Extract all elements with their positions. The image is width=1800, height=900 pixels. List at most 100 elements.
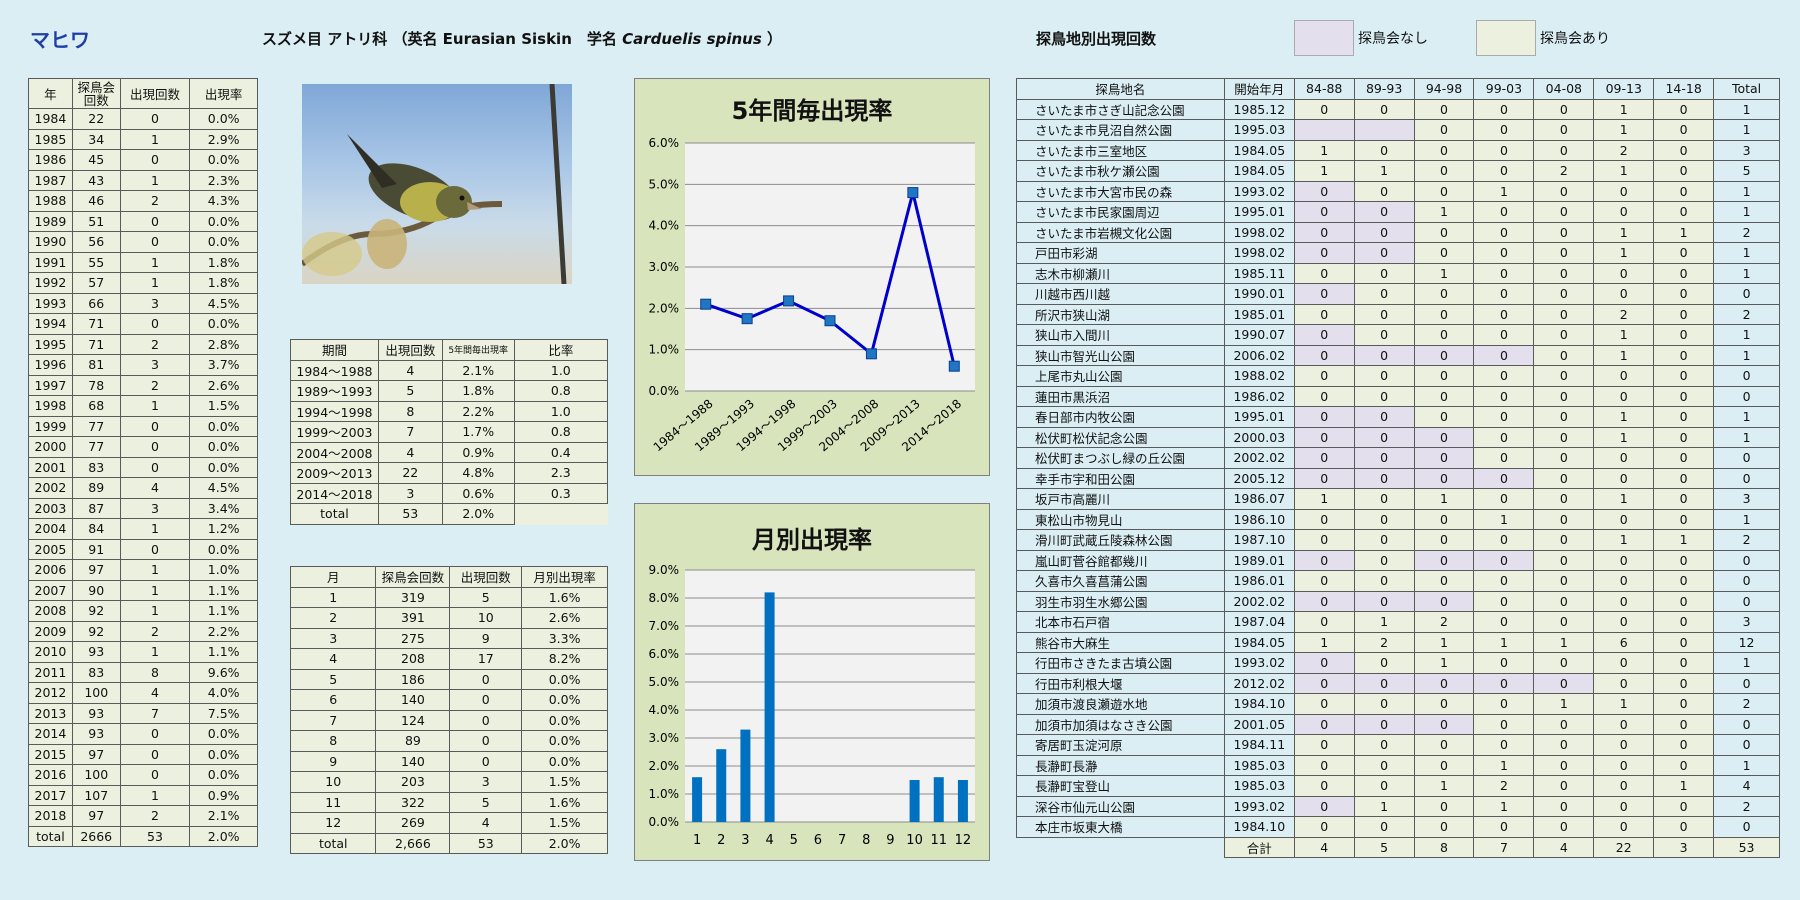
site-count: 0 bbox=[1353, 283, 1415, 305]
site-count: 1 bbox=[1413, 201, 1475, 223]
site-count: 0 bbox=[1653, 139, 1715, 161]
yearly-cell: 1.1% bbox=[189, 641, 258, 663]
yearly-cell: 97 bbox=[71, 805, 121, 827]
table-row: 2001 83 0 0.0% bbox=[28, 456, 258, 478]
monthly-total-cell: 2.0% bbox=[521, 832, 608, 854]
yearly-cell: 2008 bbox=[28, 600, 73, 622]
yearly-cell: 55 bbox=[71, 251, 121, 273]
yearly-cell: 3.4% bbox=[189, 497, 258, 519]
site-start: 1986.07 bbox=[1223, 488, 1295, 510]
monthly-cell: 0 bbox=[449, 668, 523, 690]
site-count: 0 bbox=[1293, 795, 1355, 817]
site-count: 1 bbox=[1593, 98, 1655, 120]
yearly-cell: 0.0% bbox=[189, 743, 258, 765]
site-count: 1 bbox=[1353, 611, 1415, 633]
yearly-cell: 1.0% bbox=[189, 559, 258, 581]
site-row: 熊谷市大麻生 1984.05 1 2 1 1 1 6 0 12 bbox=[1016, 631, 1780, 653]
site-count: 1 bbox=[1293, 631, 1355, 653]
site-row: 加須市渡良瀬遊水地 1984.10 0 0 0 0 1 1 0 2 bbox=[1016, 693, 1780, 715]
site-count: 0 bbox=[1653, 467, 1715, 489]
plot-area bbox=[685, 570, 975, 822]
table-row: 2010 93 1 1.1% bbox=[28, 641, 258, 663]
site-count: 0 bbox=[1653, 590, 1715, 612]
bar bbox=[740, 729, 751, 822]
yearly-cell: 57 bbox=[71, 272, 121, 294]
site-count: 1 bbox=[1713, 119, 1780, 141]
monthly-cell: 1.5% bbox=[521, 812, 608, 834]
yearly-cell: 2015 bbox=[28, 743, 73, 765]
site-row: 幸手市宇和田公園 2005.12 0 0 0 0 0 0 0 0 bbox=[1016, 467, 1780, 489]
site-count: 0 bbox=[1473, 119, 1535, 141]
site-count: 0 bbox=[1293, 324, 1355, 346]
table-row: 2008 92 1 1.1% bbox=[28, 600, 258, 622]
site-count: 0 bbox=[1413, 242, 1475, 264]
site-row: 加須市加須はなさき公園 2001.05 0 0 0 0 0 0 0 0 bbox=[1016, 713, 1780, 735]
yearly-cell: 0.0% bbox=[189, 538, 258, 560]
sites-total-cell: 53 bbox=[1713, 836, 1780, 858]
site-row: 深谷市仙元山公園 1993.02 0 1 0 1 0 0 0 2 bbox=[1016, 795, 1780, 817]
site-count: 1 bbox=[1713, 406, 1780, 428]
site-row: 本庄市坂東大橋 1984.10 0 0 0 0 0 0 0 0 bbox=[1016, 816, 1780, 838]
site-name: 行田市さきたま古墳公園 bbox=[1016, 652, 1225, 674]
site-count: 0 bbox=[1533, 221, 1595, 243]
yearly-cell: 2010 bbox=[28, 641, 73, 663]
data-point bbox=[700, 298, 712, 310]
site-start: 1995.01 bbox=[1223, 406, 1295, 428]
site-name: 長瀞町宝登山 bbox=[1016, 775, 1225, 797]
monthly-cell: 1.6% bbox=[521, 791, 608, 813]
site-count: 0 bbox=[1653, 754, 1715, 776]
period-cell: 2.1% bbox=[441, 359, 515, 381]
site-count: 0 bbox=[1293, 242, 1355, 264]
site-count: 0 bbox=[1533, 549, 1595, 571]
table-row: 2 391 10 2.6% bbox=[289, 607, 608, 629]
sites-header-cell: 開始年月 bbox=[1223, 78, 1295, 100]
site-name: 春日部市内牧公園 bbox=[1016, 406, 1225, 428]
table-row: 12 269 4 1.5% bbox=[289, 812, 608, 834]
site-name: さいたま市見沼自然公園 bbox=[1016, 119, 1225, 141]
site-row: 北本市石戸宿 1987.04 0 1 2 0 0 0 0 3 bbox=[1016, 611, 1780, 633]
bird-photo bbox=[302, 84, 572, 284]
site-count: 0 bbox=[1473, 262, 1535, 284]
site-count: 0 bbox=[1533, 119, 1595, 141]
site-count: 0 bbox=[1533, 180, 1595, 202]
monthly-cell: 3.3% bbox=[521, 627, 608, 649]
monthly-cell: 10 bbox=[449, 607, 523, 629]
site-count: 0 bbox=[1353, 713, 1415, 735]
site-count: 0 bbox=[1473, 160, 1535, 182]
site-count: 0 bbox=[1293, 426, 1355, 448]
site-count: 1 bbox=[1593, 160, 1655, 182]
site-count: 0 bbox=[1533, 672, 1595, 694]
yearly-cell: 22 bbox=[71, 108, 121, 130]
site-name: 長瀞町長瀞 bbox=[1016, 754, 1225, 776]
site-row: さいたま市民家園周辺 1995.01 0 0 1 0 0 0 0 1 bbox=[1016, 201, 1780, 223]
site-count: 0 bbox=[1653, 652, 1715, 674]
legend-event-label: 探鳥会あり bbox=[1540, 31, 1610, 47]
monthly-cell: 11 bbox=[289, 791, 377, 813]
site-count: 0 bbox=[1293, 262, 1355, 284]
yearly-cell: 71 bbox=[71, 333, 121, 355]
y-tick-label: 0.0% bbox=[649, 815, 680, 829]
period-cell: 0.8 bbox=[513, 421, 609, 443]
siskin-image bbox=[302, 84, 567, 284]
site-count bbox=[1353, 119, 1415, 141]
yearly-cell: 2018 bbox=[28, 805, 73, 827]
site-count: 0 bbox=[1653, 734, 1715, 756]
table-row: 2006 97 1 1.0% bbox=[28, 559, 258, 581]
site-count: 0 bbox=[1593, 775, 1655, 797]
site-count: 0 bbox=[1293, 775, 1355, 797]
site-row: 志木市柳瀬川 1985.11 0 0 1 0 0 0 0 1 bbox=[1016, 262, 1780, 284]
yearly-cell: 92 bbox=[71, 600, 121, 622]
site-count: 0 bbox=[1593, 201, 1655, 223]
table-row: 7 124 0 0.0% bbox=[289, 709, 608, 731]
line-chart: 0.0%1.0%2.0%3.0%4.0%5.0%6.0%1984～1988198… bbox=[649, 136, 975, 454]
yearly-cell: 1990 bbox=[28, 231, 73, 253]
period-cell: 1994～1998 bbox=[290, 400, 379, 422]
site-count: 0 bbox=[1293, 201, 1355, 223]
site-count: 0 bbox=[1533, 406, 1595, 428]
monthly-cell: 5 bbox=[289, 668, 377, 690]
site-count: 0 bbox=[1593, 816, 1655, 838]
yearly-cell: 91 bbox=[71, 538, 121, 560]
site-row: さいたま市岩槻文化公園 1998.02 0 0 0 0 0 1 1 2 bbox=[1016, 221, 1780, 243]
site-count: 0 bbox=[1293, 590, 1355, 612]
x-tick-label: 3 bbox=[741, 833, 749, 848]
